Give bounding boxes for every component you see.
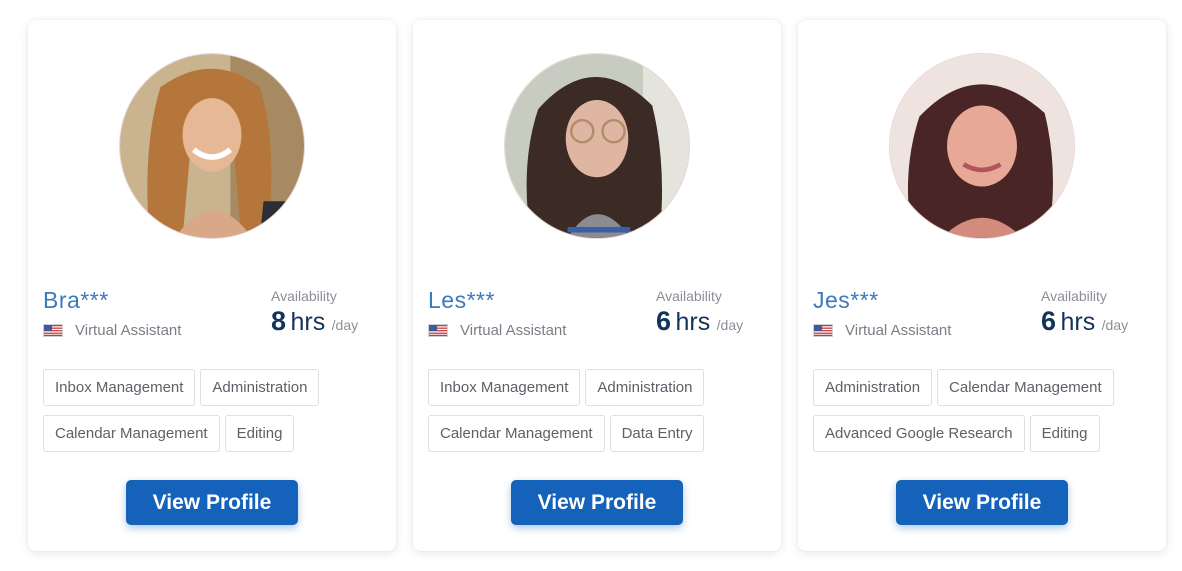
skill-tag: Editing xyxy=(224,415,295,452)
profile-role: Virtual Assistant xyxy=(460,322,567,339)
skill-tags: Inbox Management Administration Calendar… xyxy=(43,369,383,452)
availability-label: Availability xyxy=(271,288,337,304)
us-flag-icon xyxy=(428,324,448,337)
avatar[interactable] xyxy=(889,53,1075,239)
role-row: Virtual Assistant xyxy=(813,322,951,339)
skill-tags: Administration Calendar Management Advan… xyxy=(813,369,1153,452)
availability-label: Availability xyxy=(656,288,722,304)
view-profile-button[interactable]: View Profile xyxy=(126,480,298,525)
profile-card: Bra*** Virtual Assistant Availability 8 … xyxy=(28,20,396,551)
skill-tag: Inbox Management xyxy=(428,369,581,406)
availability: Availability 6 hrs /day xyxy=(1041,288,1151,337)
availability-hours: 8 xyxy=(271,306,287,336)
skill-tag: Calendar Management xyxy=(937,369,1114,406)
role-row: Virtual Assistant xyxy=(43,322,181,339)
skill-tag: Calendar Management xyxy=(428,415,605,452)
availability-label: Availability xyxy=(1041,288,1107,304)
availability-per: /day xyxy=(716,317,744,333)
availability-per: /day xyxy=(1101,317,1129,333)
us-flag-icon xyxy=(43,324,63,337)
profile-name[interactable]: Les*** xyxy=(428,287,495,314)
skill-tag: Advanced Google Research xyxy=(813,415,1025,452)
profile-name[interactable]: Bra*** xyxy=(43,287,109,314)
profile-role: Virtual Assistant xyxy=(845,322,952,339)
role-row: Virtual Assistant xyxy=(428,322,566,339)
us-flag-icon xyxy=(813,324,833,337)
availability: Availability 6 hrs /day xyxy=(656,288,766,337)
skill-tag: Administration xyxy=(813,369,933,406)
skill-tag: Data Entry xyxy=(609,415,705,452)
profile-cards: Bra*** Virtual Assistant Availability 8 … xyxy=(0,0,1182,571)
profile-card: Jes*** Virtual Assistant Availability 6 … xyxy=(798,20,1166,551)
skill-tag: Calendar Management xyxy=(43,415,220,452)
skill-tags: Inbox Management Administration Calendar… xyxy=(428,369,768,452)
avatar[interactable] xyxy=(119,53,305,239)
profile-name[interactable]: Jes*** xyxy=(813,287,879,314)
view-profile-button[interactable]: View Profile xyxy=(896,480,1068,525)
skill-tag: Inbox Management xyxy=(43,369,196,406)
availability-hours: 6 xyxy=(656,306,672,336)
availability-hours: 6 xyxy=(1041,306,1057,336)
skill-tag: Administration xyxy=(200,369,320,406)
availability-unit: hrs xyxy=(1060,308,1096,336)
availability: Availability 8 hrs /day xyxy=(271,288,381,337)
availability-unit: hrs xyxy=(675,308,711,336)
skill-tag: Editing xyxy=(1029,415,1100,452)
profile-role: Virtual Assistant xyxy=(75,322,182,339)
availability-unit: hrs xyxy=(290,308,326,336)
avatar[interactable] xyxy=(504,53,690,239)
profile-card: Les*** Virtual Assistant Availability 6 … xyxy=(413,20,781,551)
view-profile-button[interactable]: View Profile xyxy=(511,480,683,525)
skill-tag: Administration xyxy=(585,369,705,406)
availability-per: /day xyxy=(331,317,359,333)
